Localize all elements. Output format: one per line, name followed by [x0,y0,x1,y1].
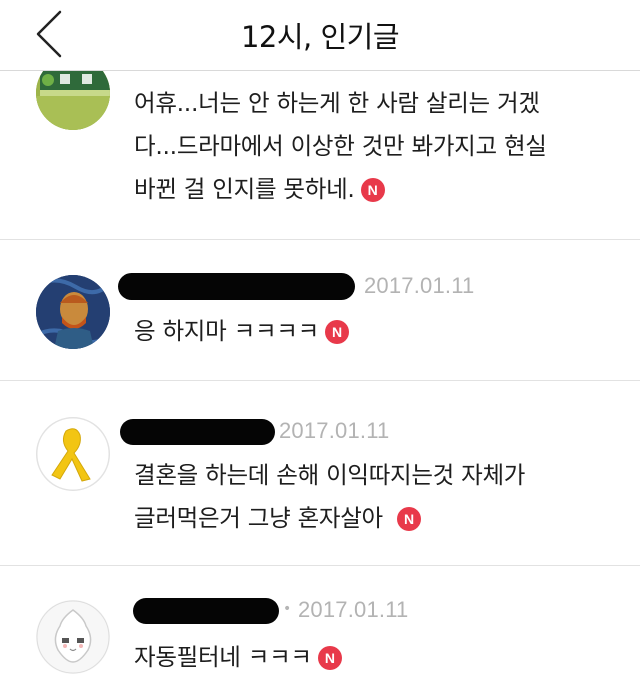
yellow-ribbon-avatar-image [36,417,110,491]
comment-line: 다...드라마에서 이상한 것만 봐가지고 현실 [134,132,547,160]
comment-line: 결혼을 하는데 손해 이익따지는것 자체가 [134,461,526,489]
comment-date: 2017.01.11 [364,273,475,298]
page-title: 12시, 인기글 [240,20,400,54]
redacted-username [118,273,355,300]
redacted-username [133,598,279,624]
comment-text: 어휴...너는 안 하는게 한 사람 살리는 거겠 다...드라마에서 이상한 … [134,82,547,211]
new-badge: N [396,507,421,531]
comment-line-last: 응 하지마 ㅋㅋㅋㅋ N [134,310,349,353]
separator-dot: • [283,601,292,617]
comment-line-text: 자동필터네 ㅋㅋㅋ [134,643,312,671]
comment-line: 어휴...너는 안 하는게 한 사람 살리는 거겠 [134,89,540,117]
comment-item: 어휴...너는 안 하는게 한 사람 살리는 거겠 다...드라마에서 이상한 … [0,71,640,240]
comment-date: 2017.01.11 [298,597,409,622]
comment-line-last: 글러먹은거 그냥 혼자살아 N [134,497,525,540]
peach-character-avatar-image [36,600,110,674]
comment-text: 응 하지마 ㅋㅋㅋㅋ N [134,310,349,353]
comment-text: 결혼을 하는데 손해 이익따지는것 자체가 글러먹은거 그냥 혼자살아 N [134,454,525,540]
avatar[interactable] [36,71,110,130]
comment-line-last: 자동필터네 ㅋㅋㅋ N [134,636,342,679]
comment-line-last: 바뀐 걸 인지를 못하네. N [134,168,547,211]
avatar[interactable] [36,417,110,491]
comment-line-text: 응 하지마 ㅋㅋㅋㅋ [134,317,319,345]
redacted-username [120,419,275,445]
comment-item: 2017.01.11 응 하지마 ㅋㅋㅋㅋ N [0,240,640,381]
comment-line-text: 글러먹은거 그냥 혼자살아 [134,504,383,532]
new-badge: N [317,646,342,670]
comment-item: • 2017.01.11 자동필터네 ㅋㅋㅋ N [0,566,640,700]
new-badge: N [360,178,385,202]
comment-item: 2017.01.11 결혼을 하는데 손해 이익따지는것 자체가 글러먹은거 그… [0,381,640,566]
comment-list[interactable]: 어휴...너는 안 하는게 한 사람 살리는 거겠 다...드라마에서 이상한 … [0,71,640,700]
new-badge: N [324,320,349,344]
top-bar: 12시, 인기글 [0,0,640,71]
comment-date: 2017.01.11 [279,418,390,443]
comment-line-text: 바뀐 걸 인지를 못하네. [134,175,355,203]
subway-sign-avatar-image [36,71,110,130]
comment-text: 자동필터네 ㅋㅋㅋ N [134,636,342,679]
van-gogh-avatar-image [36,275,110,349]
avatar[interactable] [36,600,110,674]
avatar[interactable] [36,275,110,349]
